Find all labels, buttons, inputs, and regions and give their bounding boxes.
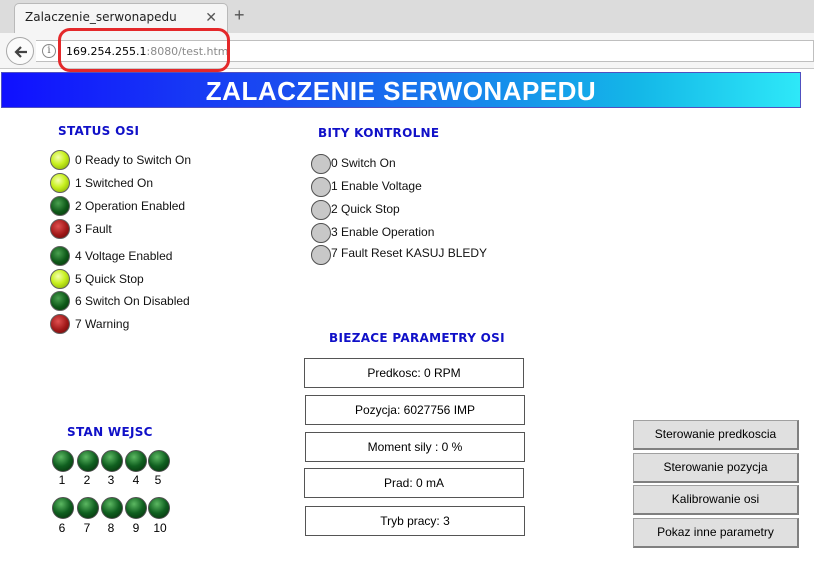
input-led: [125, 497, 147, 519]
input-led: [148, 497, 170, 519]
param-pozycja: Pozycja: 6027756 IMP: [305, 395, 525, 425]
stan-wejsc-title: STAN WEJSC: [67, 425, 153, 439]
arrow-left-icon: [14, 46, 27, 58]
page-title: ZALACZENIE SERWONAPEDU: [205, 76, 597, 106]
sterowanie-pozycja-button[interactable]: Sterowanie pozycja: [633, 453, 799, 483]
status-led-fault: [50, 219, 70, 239]
bity-kontrolne-title: BITY KONTROLNE: [318, 126, 440, 140]
status-label: 0 Ready to Switch On: [75, 153, 192, 167]
control-bit-fault-reset-toggle[interactable]: [311, 245, 331, 265]
status-led-ready-to-switch-on: [50, 150, 70, 170]
status-label: 1 Switched On: [75, 176, 154, 190]
input-number: 9: [132, 521, 140, 535]
input-number: 7: [83, 521, 91, 535]
input-number: 4: [132, 473, 140, 487]
param-predkosc: Predkosc: 0 RPM: [304, 358, 524, 388]
input-led: [101, 450, 123, 472]
control-bit-label: 3 Enable Operation: [331, 225, 435, 239]
control-bit-quick-stop-toggle[interactable]: [311, 200, 331, 220]
param-moment-sily: Moment sily : 0 %: [305, 432, 525, 462]
status-label: 3 Fault: [75, 222, 112, 236]
control-bit-enable-voltage-toggle[interactable]: [311, 177, 331, 197]
control-bit-enable-operation-toggle[interactable]: [311, 223, 331, 243]
back-button[interactable]: [6, 37, 34, 65]
input-number: 1: [58, 473, 66, 487]
control-bit-label: 1 Enable Voltage: [331, 179, 422, 193]
control-bit-label: 2 Quick Stop: [331, 202, 400, 216]
new-tab-icon[interactable]: +: [234, 5, 245, 26]
control-bit-switch-on-toggle[interactable]: [311, 154, 331, 174]
pokaz-inne-parametry-button[interactable]: Pokaz inne parametry: [633, 518, 799, 548]
kalibrowanie-osi-button[interactable]: Kalibrowanie osi: [633, 485, 799, 515]
status-label: 2 Operation Enabled: [75, 199, 186, 213]
status-label: 7 Warning: [75, 317, 130, 331]
input-led: [52, 497, 74, 519]
status-led-switch-on-disabled: [50, 291, 70, 311]
input-number: 3: [107, 473, 115, 487]
status-led-switched-on: [50, 173, 70, 193]
status-label: 6 Switch On Disabled: [75, 294, 190, 308]
status-label: 4 Voltage Enabled: [75, 249, 173, 263]
tab-title: Zalaczenie_serwonapedu: [25, 10, 177, 24]
sterowanie-predkoscia-button[interactable]: Sterowanie predkoscia: [633, 420, 799, 450]
status-led-operation-enabled: [50, 196, 70, 216]
close-icon[interactable]: ✕: [205, 9, 217, 26]
status-osi-title: STATUS OSI: [58, 124, 140, 138]
input-led: [77, 497, 99, 519]
status-led-voltage-enabled: [50, 246, 70, 266]
input-number: 6: [58, 521, 66, 535]
input-led: [148, 450, 170, 472]
input-led: [77, 450, 99, 472]
status-led-warning: [50, 314, 70, 334]
input-led: [101, 497, 123, 519]
param-tryb-pracy: Tryb pracy: 3: [305, 506, 525, 536]
page-banner: ZALACZENIE SERWONAPEDU: [1, 72, 801, 108]
input-led: [52, 450, 74, 472]
param-prad: Prad: 0 mA: [304, 468, 524, 498]
input-number: 2: [83, 473, 91, 487]
status-label: 5 Quick Stop: [75, 272, 144, 286]
input-number: 10: [153, 521, 167, 535]
info-icon[interactable]: i: [42, 44, 56, 58]
status-led-quick-stop: [50, 269, 70, 289]
url-highlight-annotation: [58, 28, 230, 72]
control-bit-label: 7 Fault Reset KASUJ BLEDY: [331, 246, 488, 260]
control-bit-label: 0 Switch On: [331, 156, 396, 170]
input-led: [125, 450, 147, 472]
input-number: 5: [154, 473, 162, 487]
input-number: 8: [107, 521, 115, 535]
parametry-title: BIEZACE PARAMETRY OSI: [329, 331, 505, 345]
